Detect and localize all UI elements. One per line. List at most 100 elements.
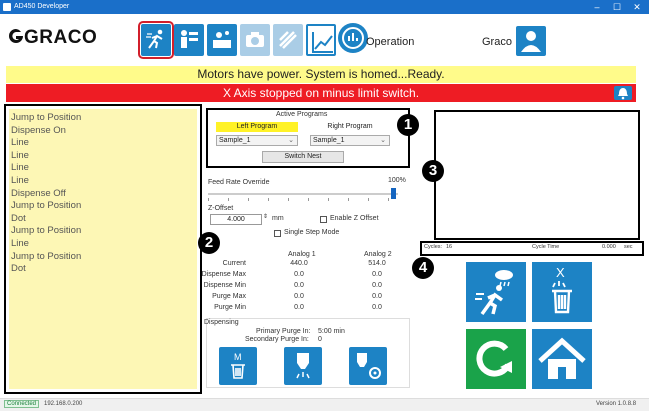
primary-purge-value: 5:00 min [318, 328, 345, 335]
user-icon[interactable] [516, 26, 546, 56]
z-offset-input[interactable]: 4.000 [210, 214, 262, 225]
single-step-checkbox[interactable] [274, 230, 281, 237]
graco-logo: GRACO [24, 27, 98, 48]
z-offset-value: 4.000 [227, 216, 245, 223]
program-line[interactable]: Dot [11, 263, 195, 276]
dispense-settings-button[interactable] [349, 347, 387, 385]
feed-rate-slider-track[interactable] [208, 193, 398, 195]
z-offset-unit: mm [272, 215, 284, 222]
graco-logo-icon [8, 28, 23, 43]
feed-rate-value: 100% [388, 177, 406, 184]
stop-purge-button[interactable]: X [532, 262, 592, 322]
minimize-button[interactable]: – [588, 1, 606, 13]
slider-tick [208, 198, 209, 201]
chevron-down-icon: ⌄ [288, 137, 294, 144]
analog1-value: 0.0 [294, 282, 304, 289]
switch-nest-button[interactable]: Switch Nest [262, 151, 344, 163]
analog2-header: Analog 2 [364, 251, 392, 258]
program-list-panel: Jump to Position Dispense On Line Line Line L… [4, 104, 202, 394]
analog2-value: 0.0 [372, 293, 382, 300]
analog2-value: 0.0 [372, 304, 382, 311]
manual-purge-button[interactable]: M [219, 347, 257, 385]
svg-text:X: X [556, 265, 565, 280]
slider-tick [228, 198, 229, 201]
program-line[interactable]: Line [11, 162, 195, 175]
enable-z-offset-label: Enable Z Offset [330, 215, 379, 222]
slider-tick [268, 198, 269, 201]
alarm-bell-icon[interactable] [614, 86, 632, 100]
dispensing-title: Dispensing [204, 319, 239, 326]
active-programs-title: Active Programs [276, 111, 328, 118]
slider-tick [248, 198, 249, 201]
callout-4: 4 [412, 257, 434, 279]
analog-row-label: Purge Max [212, 293, 246, 300]
operation-tab-button[interactable] [138, 21, 174, 59]
cycles-value: 16 [446, 244, 453, 250]
callout-3: 3 [422, 160, 444, 182]
title-bar: AD450 Developer – ☐ ✕ [0, 0, 649, 14]
program-line[interactable]: Line [11, 137, 195, 150]
program-line[interactable]: Jump to Position [11, 225, 195, 238]
program-line[interactable]: Dot [11, 213, 195, 226]
dispense-button[interactable] [284, 347, 322, 385]
left-program-select[interactable]: Sample_1 ⌄ [216, 135, 298, 146]
program-line[interactable]: Dispense Off [11, 188, 195, 201]
status-footer [0, 398, 649, 411]
analog2-value: 0.0 [372, 271, 382, 278]
program-line[interactable]: Line [11, 238, 195, 251]
home-button[interactable] [532, 329, 592, 389]
program-line[interactable]: Jump to Position [11, 251, 195, 264]
close-button[interactable]: ✕ [628, 1, 646, 13]
svg-text:M: M [234, 352, 242, 362]
program-line[interactable]: Line [11, 175, 195, 188]
analog-row-label: Purge Min [214, 304, 246, 311]
program-line[interactable]: Jump to Position [11, 112, 195, 125]
ip-address: 192.168.0.200 [44, 401, 83, 407]
preview-panel [434, 110, 640, 240]
stepper-icon[interactable]: ⇕ [263, 213, 268, 220]
cycle-time-label: Cycle Time [532, 244, 560, 250]
slider-tick [368, 198, 369, 201]
diagnostics-tab-button[interactable] [338, 23, 368, 53]
analog1-value: 440.0 [290, 260, 308, 267]
dispense-settings-tab-button[interactable] [273, 24, 303, 56]
ready-status-bar: Motors have power. System is homed...Rea… [6, 66, 636, 83]
cycles-label: Cycles: [424, 244, 443, 250]
right-program-select[interactable]: Sample_1 ⌄ [310, 135, 390, 146]
chart-tab-button[interactable] [306, 24, 336, 56]
z-offset-label: Z-Offset [208, 205, 234, 212]
window-title: AD450 Developer [14, 3, 70, 10]
analog-row-label: Dispense Min [203, 282, 246, 289]
cycle-time-value: 0.000 [602, 244, 616, 250]
setup-tab-button[interactable] [174, 24, 204, 56]
connection-status: Connected [4, 400, 40, 408]
maximize-button[interactable]: ☐ [608, 1, 626, 13]
mode-label: Operation [366, 36, 415, 48]
cycle-button[interactable] [466, 329, 526, 389]
cycle-time-unit: sec [624, 244, 633, 250]
analog-row-label: Dispense Max [201, 271, 246, 278]
camera-tab-button[interactable] [240, 24, 270, 56]
slider-tick [348, 198, 349, 201]
chevron-down-icon: ⌄ [380, 137, 386, 144]
maintenance-tab-button[interactable] [207, 24, 237, 56]
analog1-value: 0.0 [294, 293, 304, 300]
left-program-value: Sample_1 [219, 137, 251, 144]
alert-status-bar: X Axis stopped on minus limit switch. [6, 84, 636, 102]
enable-z-offset-checkbox[interactable] [320, 216, 327, 223]
run-button[interactable] [466, 262, 526, 322]
version-label: Version 1.0.8.8 [596, 401, 637, 407]
right-program-label: Right Program [327, 123, 373, 130]
slider-tick [308, 198, 309, 201]
program-line[interactable]: Dispense On [11, 125, 195, 138]
program-list[interactable]: Jump to Position Dispense On Line Line Line L… [9, 109, 197, 389]
feed-rate-slider-thumb[interactable] [391, 188, 396, 199]
program-line[interactable]: Line [11, 150, 195, 163]
slider-tick [328, 198, 329, 201]
program-line[interactable]: Jump to Position [11, 200, 195, 213]
slider-ticks [208, 198, 398, 201]
analog1-header: Analog 1 [288, 251, 316, 258]
analog1-value: 0.0 [294, 271, 304, 278]
app-icon [3, 3, 11, 11]
single-step-label: Single Step Mode [284, 229, 340, 236]
